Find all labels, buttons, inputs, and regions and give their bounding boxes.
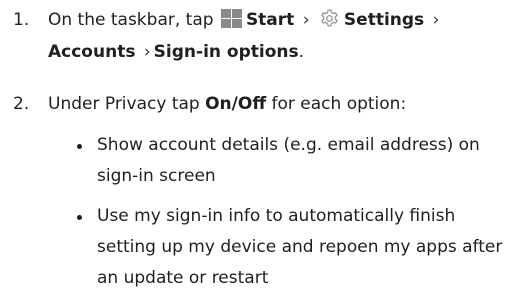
step-1-end: . [298,42,305,62]
signin-options-label: Sign-in options [153,42,299,62]
step-2-outro: for each option: [271,94,407,114]
step-1-intro: On the taskbar, tap [48,10,214,30]
breadcrumb-separator: › [143,42,151,62]
bullet-icon [77,144,82,149]
on-off-label: On/Off [205,94,267,114]
breadcrumb-separator: › [432,10,440,30]
settings-label: Settings [343,10,425,30]
list-item-text: Use my sign-in info to automatically fin… [97,206,503,288]
gear-icon [321,9,338,27]
windows-start-icon [220,9,242,28]
step-2-text: Under Privacy tap On/Off for each option… [48,88,505,120]
step-1-text: On the taskbar, tap Start › Settings › A… [48,4,505,68]
bullet-icon [77,215,82,220]
accounts-label: Accounts [48,42,136,62]
step-number: 2. [13,94,30,114]
step-number: 1. [13,10,30,30]
breadcrumb-separator: › [302,10,310,30]
list-item-text: Show account details (e.g. email address… [97,135,480,186]
step-2-intro: Under Privacy tap [48,94,200,114]
start-label: Start [245,10,295,30]
